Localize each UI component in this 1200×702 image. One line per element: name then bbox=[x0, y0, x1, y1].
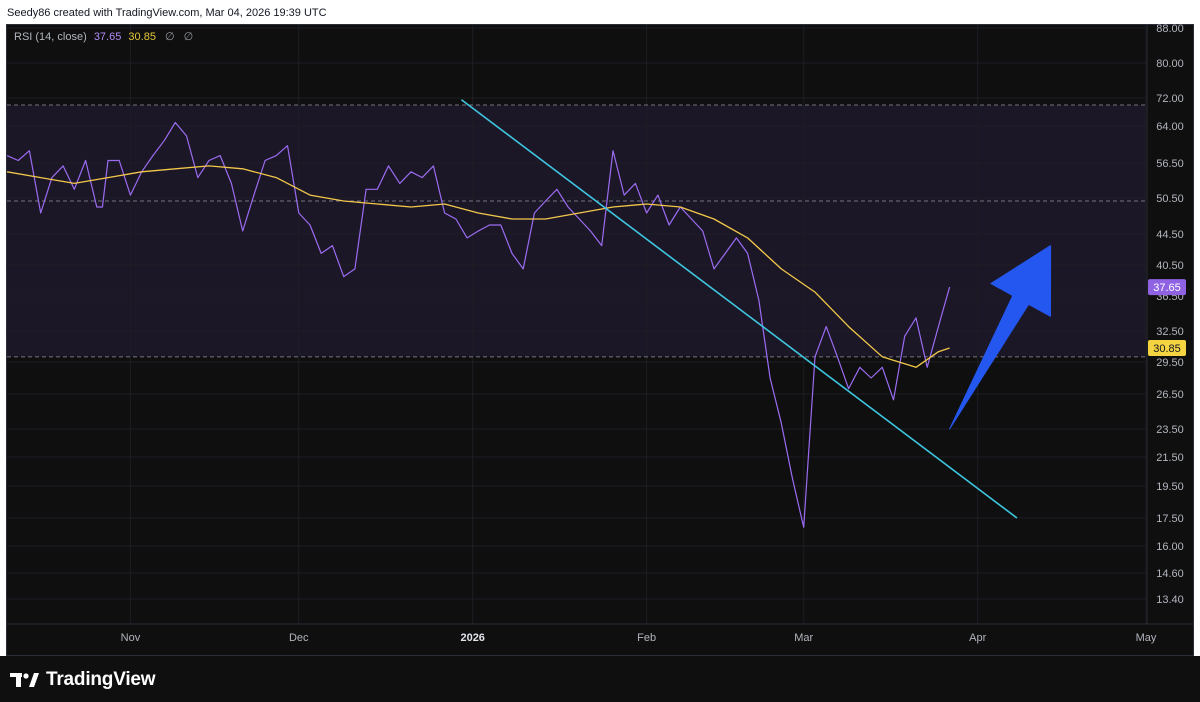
y-tick-label-14: 19.50 bbox=[1156, 481, 1184, 493]
x-tick-label-3: Feb bbox=[637, 632, 656, 644]
y-tick-label-6: 44.50 bbox=[1156, 229, 1184, 241]
tradingview-logo-icon bbox=[10, 673, 39, 687]
y-tick-label-7: 40.50 bbox=[1156, 260, 1184, 272]
x-tick-label-2: 2026 bbox=[460, 632, 484, 644]
y-tick-label-2: 72.00 bbox=[1156, 93, 1184, 105]
legend-source-icon[interactable]: ∅ bbox=[184, 31, 194, 43]
rsi-chart[interactable]: 88.00 80.00 72.00 64.00 56.50 50.50 44.50 40.50… bbox=[0, 0, 1200, 656]
tradingview-logo[interactable]: TradingView bbox=[10, 669, 156, 691]
footer-bar: TradingView bbox=[0, 656, 1200, 702]
y-tick-label-16: 16.00 bbox=[1156, 541, 1184, 553]
x-tick-label-5: Apr bbox=[969, 632, 986, 644]
y-tick-label-11: 26.50 bbox=[1156, 389, 1184, 401]
y-tick-label-0: 88.00 bbox=[1156, 23, 1184, 35]
last-value-label-ma: 30.85 bbox=[1153, 343, 1181, 355]
last-value-label-rsi: 37.65 bbox=[1153, 282, 1181, 294]
x-tick-label-0: Nov bbox=[121, 632, 141, 644]
x-tick-label-1: Dec bbox=[289, 632, 309, 644]
x-tick-label-4: Mar bbox=[794, 632, 813, 644]
brand-name: TradingView bbox=[46, 669, 156, 690]
rsi-band-background bbox=[7, 105, 1146, 357]
price-axis-bg bbox=[1147, 25, 1193, 624]
y-tick-label-9: 32.50 bbox=[1156, 326, 1184, 338]
indicator-legend[interactable]: RSI (14, close) 37.65 30.85 ∅ ∅ bbox=[14, 30, 193, 43]
y-tick-label-10: 29.50 bbox=[1156, 357, 1184, 369]
legend-hide-icon[interactable]: ∅ bbox=[165, 31, 175, 43]
x-tick-label-6: May bbox=[1136, 632, 1157, 644]
y-tick-label-12: 23.50 bbox=[1156, 424, 1184, 436]
legend-rsi-value: 37.65 bbox=[93, 31, 122, 43]
plot-area bbox=[7, 25, 1146, 624]
legend-indicator-name[interactable]: RSI (14, close) bbox=[14, 31, 87, 43]
y-tick-label-17: 14.60 bbox=[1156, 568, 1184, 580]
y-tick-label-3: 64.00 bbox=[1156, 121, 1184, 133]
y-tick-label-13: 21.50 bbox=[1156, 452, 1184, 464]
y-tick-label-5: 50.50 bbox=[1156, 193, 1184, 205]
legend-ma-value: 30.85 bbox=[128, 31, 156, 43]
y-tick-label-1: 80.00 bbox=[1156, 58, 1184, 70]
y-tick-label-18: 13.40 bbox=[1156, 594, 1184, 606]
y-tick-label-4: 56.50 bbox=[1156, 158, 1184, 170]
y-tick-label-15: 17.50 bbox=[1156, 513, 1184, 525]
